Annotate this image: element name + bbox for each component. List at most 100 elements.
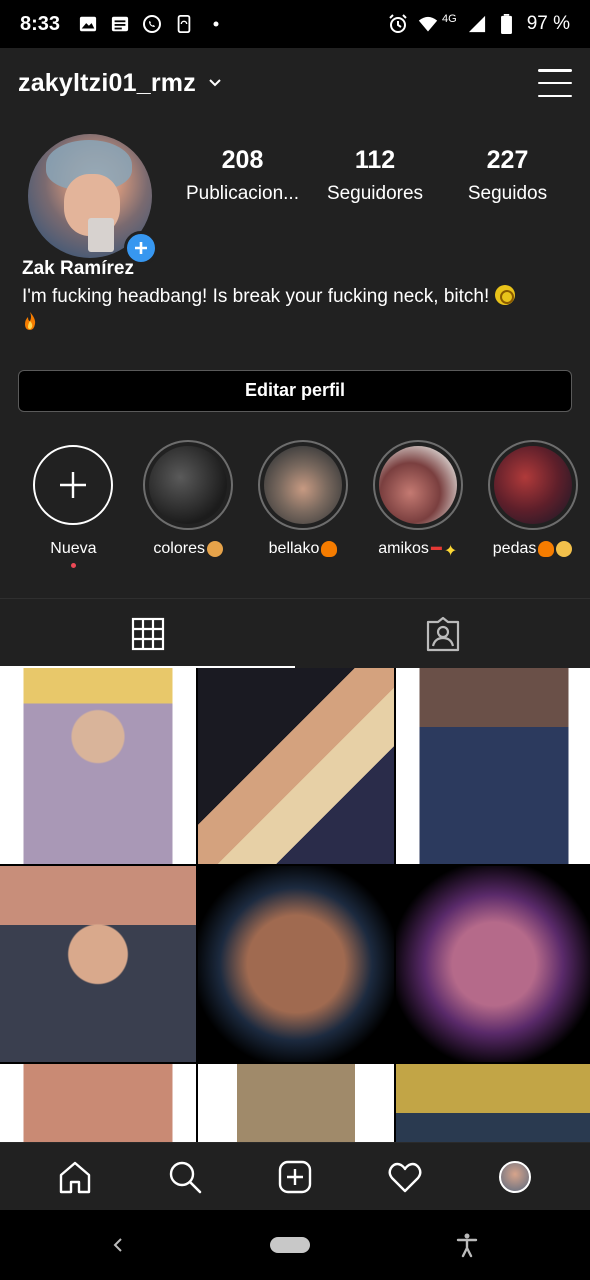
highlight-label: bellako [268, 540, 320, 557]
plus-icon [135, 242, 147, 254]
battery-percent: 97 % [526, 13, 570, 34]
stat-posts-value: 208 [221, 146, 264, 174]
nav-search[interactable] [165, 1157, 205, 1197]
post-thumbnail[interactable] [0, 866, 196, 1062]
highlight-new[interactable]: Nueva [16, 440, 131, 568]
profile-summary: 208 Publicacion... 112 Seguidores 227 Se… [0, 118, 590, 265]
bottom-navigation [0, 1142, 590, 1210]
highlight-cover [149, 446, 228, 524]
grid-icon [131, 617, 164, 650]
highlight-cover [378, 446, 457, 524]
highlight-label: amikos [378, 540, 429, 557]
sparkles-emoji-icon: ✦ [443, 543, 458, 560]
hundred-emoji-icon: ▬ [430, 541, 442, 553]
post-thumbnail[interactable] [198, 668, 394, 864]
bio-text-block: I'm fucking headbang! Is break your fuck… [22, 284, 568, 336]
tagged-icon [426, 616, 459, 651]
add-story-button[interactable] [124, 231, 158, 265]
fire-emoji-icon [25, 312, 36, 330]
heart-icon [388, 1162, 422, 1192]
highlight-label: colores [153, 540, 205, 557]
post-thumbnail[interactable] [198, 866, 394, 1062]
menu-line [538, 81, 572, 85]
profile-tabs [0, 598, 590, 668]
message-icon [110, 14, 130, 34]
highlight-amikos[interactable]: amikos ▬ ✦ [360, 440, 475, 568]
posts-grid [0, 668, 590, 1142]
highlight-cover [493, 446, 572, 524]
new-highlight-ring [33, 445, 114, 525]
phone-sync-icon [174, 14, 194, 34]
home-pill-button[interactable] [270, 1237, 310, 1253]
gallery-icon [78, 14, 98, 34]
profile-header: zakyltzi01_rmz [0, 48, 590, 118]
highlight-label-group: amikos ▬ ✦ [378, 540, 458, 560]
status-bar: 8:33 4G 97 % [0, 0, 590, 48]
highlight-label: pedas [492, 540, 537, 557]
highlight-ring [143, 440, 234, 530]
palette-emoji-icon [206, 541, 223, 557]
post-thumbnail[interactable] [396, 866, 590, 1062]
new-indicator-dot [70, 563, 76, 568]
nav-profile[interactable] [495, 1157, 535, 1197]
menu-line [538, 69, 572, 72]
menu-button[interactable] [538, 69, 572, 97]
highlight-ring [372, 440, 463, 530]
stat-following[interactable]: 227 Seguidos [440, 146, 575, 205]
tab-grid[interactable] [0, 599, 295, 668]
network-type: 4G [442, 13, 457, 25]
avatar-phone [88, 218, 114, 252]
search-icon [169, 1161, 202, 1193]
post-thumbnail[interactable] [396, 1064, 590, 1142]
nav-home[interactable] [55, 1157, 95, 1197]
accessibility-icon[interactable] [454, 1232, 480, 1258]
post-thumbnail[interactable] [396, 668, 590, 864]
highlight-ring [487, 440, 578, 530]
battery-icon [497, 14, 517, 34]
highlight-label-group: colores [153, 540, 223, 558]
status-time: 8:33 [20, 12, 61, 35]
back-icon[interactable] [110, 1237, 126, 1253]
post-thumbnail[interactable] [0, 668, 196, 864]
profile-avatar-icon [499, 1160, 531, 1193]
stat-following-label: Seguidos [467, 183, 548, 204]
username-switcher[interactable]: zakyltzi01_rmz [18, 69, 196, 98]
highlight-label-group: bellako [269, 540, 338, 558]
profile-name: Zak Ramírez [22, 258, 134, 279]
menu-line [538, 94, 572, 97]
plus-icon [60, 472, 87, 498]
stat-followers-label: Seguidores [326, 183, 424, 204]
status-notification-icons [78, 14, 226, 34]
profile-stats: 208 Publicacion... 112 Seguidores 227 Se… [175, 146, 575, 205]
chevron-down-icon[interactable] [208, 76, 222, 90]
dot-icon [206, 14, 226, 34]
nav-create[interactable] [275, 1157, 315, 1197]
home-icon [59, 1161, 91, 1193]
bio-text: I'm fucking headbang! Is break your fuck… [22, 286, 490, 307]
status-system-icons: 4G 97 % [388, 13, 570, 35]
biohazard-emoji-icon [494, 285, 515, 305]
signal-icon [467, 14, 487, 34]
highlight-cover [263, 446, 342, 524]
stat-posts[interactable]: 208 Publicacion... [175, 146, 310, 205]
profile-bio: Zak Ramírez I'm fucking headbang! Is bre… [0, 258, 590, 336]
fire-emoji-icon [538, 541, 555, 557]
post-thumbnail[interactable] [0, 1064, 196, 1142]
highlight-bellako[interactable]: bellako [246, 440, 361, 568]
highlight-pedas[interactable]: pedas [475, 440, 590, 568]
post-thumbnail[interactable] [198, 1064, 394, 1142]
tab-tagged[interactable] [295, 599, 590, 668]
add-post-icon [278, 1160, 312, 1193]
edit-profile-button[interactable]: Editar perfil [18, 370, 572, 412]
highlight-label: Nueva [50, 540, 97, 557]
system-navigation-bar [0, 1210, 590, 1280]
stat-posts-label: Publicacion... [185, 183, 299, 204]
highlight-colores[interactable]: colores [131, 440, 246, 568]
stat-followers[interactable]: 112 Seguidores [310, 146, 440, 205]
beer-emoji-icon [556, 541, 573, 557]
wifi-icon [418, 14, 438, 34]
alarm-icon [388, 14, 408, 34]
nav-activity[interactable] [385, 1157, 425, 1197]
stat-followers-value: 112 [354, 146, 396, 174]
highlight-ring [257, 440, 348, 530]
